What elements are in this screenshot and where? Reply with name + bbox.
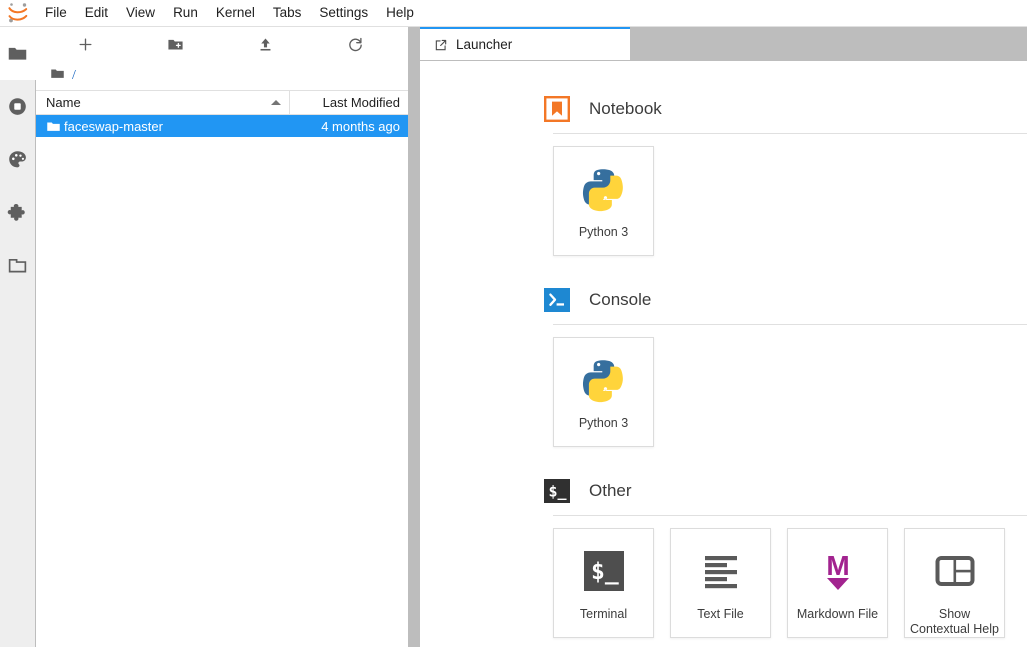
terminal-prompt-icon: $_ [543,477,571,505]
menu-item-kernel[interactable]: Kernel [207,1,264,25]
menu-item-edit[interactable]: Edit [76,1,117,25]
launcher-card-terminal[interactable]: $_ Terminal [553,528,654,638]
dock-tab-bar: Launcher [420,27,1027,60]
svg-text:$_: $_ [591,559,619,585]
upload-icon [257,36,274,53]
section-title: Other [589,481,632,501]
svg-text:M: M [826,550,849,581]
section-header: Notebook [543,87,1027,131]
jupyterlab-window: File Edit View Run Kernel Tabs Settings … [0,0,1027,647]
window-icon [7,255,28,276]
python-logo-icon [580,354,628,406]
card-row: $_ Terminal [543,528,1027,638]
file-browser-toolbar [36,27,408,61]
section-divider [553,133,1027,134]
sidebar-item-file-browser[interactable] [0,27,36,80]
section-title: Console [589,290,651,310]
menu-item-run[interactable]: Run [164,1,207,25]
terminal-icon: $_ [582,545,626,597]
breadcrumb-home-icon[interactable] [50,66,65,86]
section-title: Notebook [589,99,662,119]
launcher-card-notebook-python3[interactable]: Python 3 [553,146,654,256]
card-row: Python 3 [543,146,1027,256]
new-folder-icon [167,36,184,53]
left-activity-bar [0,27,36,647]
svg-text:$_: $_ [549,482,568,500]
breadcrumb-root-separator[interactable]: / [72,68,76,84]
notebook-bookmark-icon [543,95,571,123]
column-header-last-modified[interactable]: Last Modified [290,95,408,110]
folder-icon [7,43,28,64]
markdown-icon: M [816,545,860,597]
jupyter-logo-icon [0,0,36,27]
column-header-name[interactable]: Name [36,91,290,114]
launcher-card-markdown-file[interactable]: M Markdown File [787,528,888,638]
card-row: Python 3 [543,337,1027,447]
menu-bar: File Edit View Run Kernel Tabs Settings … [0,0,1027,27]
palette-icon [7,149,28,170]
card-label: Text File [693,607,748,622]
launcher-icon [434,38,448,52]
card-label: Python 3 [575,416,632,431]
main-dock-area: Launcher Notebook [420,27,1027,647]
sidebar-item-running[interactable] [0,80,36,133]
plus-icon [77,36,94,53]
upload-files-button[interactable] [220,30,310,58]
launcher-section-notebook: Notebook Python 3 [543,87,1027,256]
card-label: Show Contextual Help [905,607,1004,637]
tab-label: Launcher [456,37,512,52]
list-item[interactable]: faceswap-master 4 months ago [36,115,408,137]
file-browser-panel: / Name Last Modified faceswap-master 4 m… [36,27,408,647]
text-file-icon [699,545,743,597]
refresh-button[interactable] [310,30,400,58]
new-launcher-button[interactable] [40,30,130,58]
section-divider [553,515,1027,516]
card-label: Terminal [576,607,631,622]
file-list: faceswap-master 4 months ago [36,115,408,647]
section-header: $_ Other [543,469,1027,513]
folder-icon [36,119,64,134]
file-last-modified: 4 months ago [290,119,408,134]
section-header: Console [543,278,1027,322]
card-label: Python 3 [575,225,632,240]
contextual-help-icon [933,545,977,597]
puzzle-piece-icon [7,202,28,223]
refresh-icon [347,36,364,53]
console-prompt-icon [543,286,571,314]
launcher-section-other: $_ Other $_ Terminal [543,469,1027,638]
sidebar-item-extension-manager[interactable] [0,186,36,239]
panel-splitter-handle[interactable] [408,27,420,647]
menu-item-tabs[interactable]: Tabs [264,1,311,25]
section-divider [553,324,1027,325]
sort-ascending-caret-icon [271,100,281,105]
tab-bar-empty-space [630,27,1027,60]
launcher-panel: Notebook Python 3 [420,60,1027,647]
menu-item-view[interactable]: View [117,1,164,25]
menu-item-settings[interactable]: Settings [310,1,377,25]
file-name: faceswap-master [64,119,290,134]
launcher-card-show-contextual-help[interactable]: Show Contextual Help [904,528,1005,638]
launcher-card-text-file[interactable]: Text File [670,528,771,638]
sidebar-item-open-tabs[interactable] [0,239,36,292]
file-list-header: Name Last Modified [36,91,408,115]
menu-item-help[interactable]: Help [377,1,423,25]
tab-launcher[interactable]: Launcher [420,27,630,60]
menu-item-file[interactable]: File [36,1,76,25]
launcher-section-console: Console Python 3 [543,278,1027,447]
launcher-card-console-python3[interactable]: Python 3 [553,337,654,447]
python-logo-icon [580,163,628,215]
card-label: Markdown File [793,607,882,622]
sidebar-item-theme-palette[interactable] [0,133,36,186]
breadcrumb: / [36,61,408,91]
new-folder-button[interactable] [130,30,220,58]
column-header-name-label: Name [46,95,81,110]
stop-circle-icon [7,96,28,117]
